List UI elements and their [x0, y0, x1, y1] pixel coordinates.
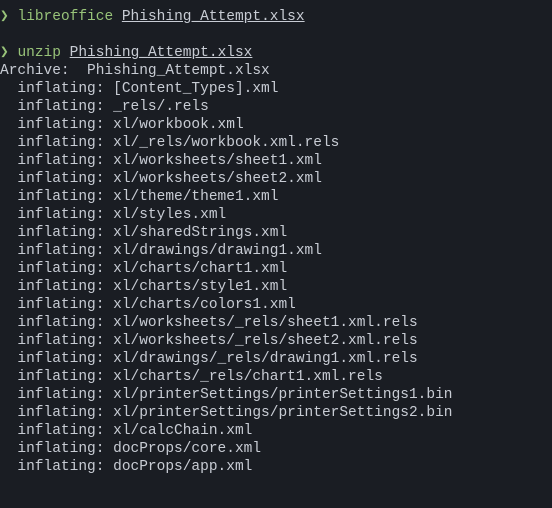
prompt-symbol: ❯	[0, 45, 17, 61]
terminal-line: ❯ libreoffice Phishing_Attempt.xlsx	[0, 8, 552, 26]
inflate-entry: inflating: xl/charts/chart1.xml	[0, 261, 305, 277]
terminal-line: inflating: docProps/app.xml	[0, 458, 552, 476]
terminal-line: inflating: xl/charts/_rels/chart1.xml.re…	[0, 368, 552, 386]
inflate-entry: inflating: xl/sharedStrings.xml	[0, 225, 305, 241]
inflate-entry: inflating: xl/worksheets/_rels/sheet2.xm…	[0, 333, 435, 349]
terminal-line: inflating: xl/charts/colors1.xml	[0, 296, 552, 314]
inflate-entry: inflating: xl/worksheets/_rels/sheet1.xm…	[0, 315, 435, 331]
inflate-entry: inflating: xl/printerSettings/printerSet…	[0, 405, 470, 421]
command-name: unzip	[17, 45, 61, 61]
inflate-entry: inflating: xl/styles.xml	[0, 207, 244, 223]
inflate-entry: inflating: _rels/.rels	[0, 99, 226, 115]
command-name: libreoffice	[17, 9, 113, 25]
inflate-entry: inflating: xl/worksheets/sheet1.xml	[0, 153, 339, 169]
inflate-entry: inflating: docProps/core.xml	[0, 441, 278, 457]
terminal-line: inflating: docProps/core.xml	[0, 440, 552, 458]
inflate-entry: inflating: xl/worksheets/sheet2.xml	[0, 171, 339, 187]
terminal-line: inflating: xl/drawings/_rels/drawing1.xm…	[0, 350, 552, 368]
terminal-line: inflating: _rels/.rels	[0, 98, 552, 116]
inflate-entry: inflating: xl/_rels/workbook.xml.rels	[0, 135, 357, 151]
terminal-line: inflating: xl/worksheets/sheet1.xml	[0, 152, 552, 170]
terminal-line: inflating: xl/drawings/drawing1.xml	[0, 242, 552, 260]
inflate-entry: inflating: [Content_Types].xml	[0, 81, 296, 97]
terminal-line: Archive: Phishing_Attempt.xlsx	[0, 62, 552, 80]
inflate-entry: inflating: xl/charts/colors1.xml	[0, 297, 313, 313]
prompt-symbol: ❯	[0, 9, 17, 25]
terminal-line: inflating: xl/styles.xml	[0, 206, 552, 224]
terminal-line: inflating: xl/worksheets/_rels/sheet1.xm…	[0, 314, 552, 332]
terminal-line: inflating: xl/printerSettings/printerSet…	[0, 404, 552, 422]
terminal-line: ❯ unzip Phishing_Attempt.xlsx	[0, 44, 552, 62]
terminal-line: inflating: [Content_Types].xml	[0, 80, 552, 98]
terminal-line: inflating: xl/calcChain.xml	[0, 422, 552, 440]
inflate-entry: inflating: xl/theme/theme1.xml	[0, 189, 296, 205]
inflate-entry: inflating: xl/charts/style1.xml	[0, 279, 305, 295]
command-arg: Phishing_Attempt.xlsx	[70, 45, 253, 61]
terminal-line: inflating: xl/workbook.xml	[0, 116, 552, 134]
terminal-line: inflating: xl/charts/chart1.xml	[0, 260, 552, 278]
terminal-line	[0, 26, 552, 44]
terminal-line: inflating: xl/sharedStrings.xml	[0, 224, 552, 242]
inflate-entry: inflating: xl/drawings/drawing1.xml	[0, 243, 339, 259]
terminal-line: inflating: xl/charts/style1.xml	[0, 278, 552, 296]
terminal-line: inflating: xl/_rels/workbook.xml.rels	[0, 134, 552, 152]
inflate-entry: inflating: docProps/app.xml	[0, 459, 270, 475]
terminal-line: inflating: xl/worksheets/_rels/sheet2.xm…	[0, 332, 552, 350]
terminal-line: inflating: xl/worksheets/sheet2.xml	[0, 170, 552, 188]
inflate-entry: inflating: xl/charts/_rels/chart1.xml.re…	[0, 369, 400, 385]
inflate-entry: inflating: xl/workbook.xml	[0, 117, 261, 133]
terminal-line: inflating: xl/printerSettings/printerSet…	[0, 386, 552, 404]
inflate-entry: inflating: xl/drawings/_rels/drawing1.xm…	[0, 351, 435, 367]
archive-header: Archive: Phishing_Attempt.xlsx	[0, 63, 270, 79]
inflate-entry: inflating: xl/printerSettings/printerSet…	[0, 387, 470, 403]
inflate-entry: inflating: xl/calcChain.xml	[0, 423, 270, 439]
command-arg: Phishing_Attempt.xlsx	[122, 9, 305, 25]
terminal-output[interactable]: ❯ libreoffice Phishing_Attempt.xlsx ❯ un…	[0, 8, 552, 476]
terminal-line: inflating: xl/theme/theme1.xml	[0, 188, 552, 206]
